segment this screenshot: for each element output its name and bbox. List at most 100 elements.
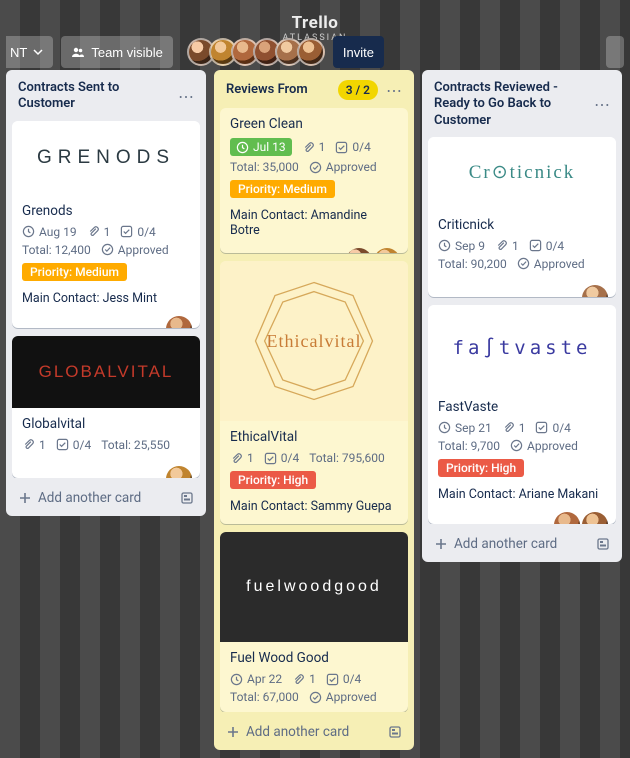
template-icon[interactable]: [180, 491, 194, 505]
attachments-count: 1: [502, 421, 526, 435]
clock-icon: [236, 141, 249, 154]
checklist-icon: [335, 141, 348, 154]
contact-field: Main Contact: Jess Mint: [22, 291, 190, 306]
due-date: Apr 22: [230, 672, 282, 686]
priority-label: Priority: Medium: [230, 180, 335, 198]
approved-icon: [309, 691, 322, 704]
checklist-icon: [120, 225, 133, 238]
card-title: Green Clean: [230, 116, 398, 132]
truncated-button[interactable]: NT: [6, 36, 53, 68]
card[interactable]: fa∫tvasteFastVasteSep 2110/4Total: 9,700…: [428, 305, 616, 524]
total-field: Total: 90,200: [438, 257, 507, 271]
checklist-count: 0/4: [264, 451, 299, 465]
board-canvas[interactable]: Contracts Sent to Customer⋯GRENODSGrenod…: [0, 70, 630, 758]
total-field: Total: 9,700: [438, 439, 500, 453]
avatar[interactable]: [297, 38, 325, 66]
approved-icon: [101, 243, 114, 256]
approved-icon: [517, 257, 530, 270]
card[interactable]: Green CleanJul 1310/4Total: 35,000Approv…: [220, 108, 408, 253]
approved-field: Approved: [309, 160, 377, 174]
avatar[interactable]: [166, 316, 192, 328]
list-title[interactable]: Contracts Reviewed - Ready to Go Back to…: [434, 80, 594, 129]
attachment-icon: [22, 438, 35, 451]
clock-icon: [230, 673, 243, 686]
attachment-icon: [502, 421, 515, 434]
card-cover: Ethicalvital: [220, 261, 408, 421]
card-container: Green CleanJul 1310/4Total: 35,000Approv…: [220, 108, 408, 712]
chevron-down-icon: [33, 47, 43, 57]
priority-label: Priority: High: [438, 459, 524, 477]
add-card-button[interactable]: Add another card: [226, 724, 349, 740]
list-header: Reviews From3 / 2⋯: [220, 76, 408, 108]
contact-field: Main Contact: Ariane Makani: [438, 487, 606, 502]
visibility-button[interactable]: Team visible: [61, 36, 173, 68]
approved-field: Approved: [309, 690, 377, 704]
priority-label: Priority: Medium: [22, 263, 127, 281]
card[interactable]: fuelwoodgood Fuel Wood Good Apr 22 1 0/4 Tota…: [220, 532, 408, 712]
checklist-count: 0/4: [529, 239, 564, 253]
total-field: Total: 67,000: [230, 690, 299, 704]
add-card-button[interactable]: Add another card: [434, 536, 557, 552]
card[interactable]: GRENODSGrenodsAug 1910/4Total: 12,400App…: [12, 121, 200, 328]
card-title: FastVaste: [438, 399, 606, 415]
list: Contracts Reviewed - Ready to Go Back to…: [422, 70, 622, 562]
priority-label: Priority: High: [230, 471, 316, 489]
board-members[interactable]: [193, 38, 325, 66]
card-title: Criticnick: [438, 217, 606, 233]
card-title: EthicalVital: [230, 429, 398, 445]
avatar[interactable]: [554, 512, 580, 524]
avatar[interactable]: [346, 248, 372, 253]
card-title: Globalvital: [22, 416, 190, 432]
plus-icon: [434, 537, 448, 551]
approved-field: Approved: [517, 257, 585, 271]
invite-button[interactable]: Invite: [333, 36, 384, 68]
avatar[interactable]: [582, 512, 608, 524]
board-topbar: NT Team visible Invite: [0, 34, 630, 70]
card-members: [346, 248, 400, 253]
card-cover: fuelwoodgood: [220, 532, 408, 642]
list-title[interactable]: Contracts Sent to Customer: [18, 80, 178, 113]
card[interactable]: GLOBALVITALGlobalvital10/4Total: 25,550: [12, 336, 200, 478]
total-field: Total: 12,400: [22, 243, 91, 257]
attachments-count: 1: [292, 672, 316, 686]
card-container: Cr⊙ticnickCriticnickSep 910/4Total: 90,2…: [428, 137, 616, 524]
card-members: [582, 285, 608, 297]
people-icon: [71, 45, 85, 59]
template-icon[interactable]: [388, 725, 402, 739]
checklist-icon: [264, 452, 277, 465]
checklist-icon: [56, 438, 69, 451]
attachment-icon: [292, 673, 305, 686]
card-cover: GRENODS: [12, 121, 200, 195]
attachment-icon: [87, 225, 100, 238]
list-menu-icon[interactable]: ⋯: [594, 95, 610, 114]
brand-text: Trello: [292, 13, 339, 33]
card-title: Fuel Wood Good: [230, 650, 398, 666]
approved-icon: [510, 439, 523, 452]
avatar[interactable]: [374, 248, 400, 253]
list-menu-icon[interactable]: ⋯: [178, 87, 194, 106]
template-icon[interactable]: [596, 537, 610, 551]
attachments-count: 1: [22, 438, 46, 452]
card-members: [166, 466, 192, 478]
plus-icon: [226, 725, 240, 739]
card-cover: fa∫tvaste: [428, 305, 616, 391]
checklist-count: 0/4: [56, 438, 91, 452]
avatar[interactable]: [166, 466, 192, 478]
attachment-icon: [495, 239, 508, 252]
card[interactable]: EthicalvitalEthicalVital10/4Total: 795,6…: [220, 261, 408, 524]
card-cover: GLOBALVITAL: [12, 336, 200, 408]
add-card-button[interactable]: Add another card: [18, 490, 141, 506]
attachment-icon: [302, 141, 315, 154]
attachments-count: 1: [87, 225, 111, 239]
due-date-badge: Jul 13: [230, 138, 292, 156]
checklist-icon: [326, 673, 339, 686]
checklist-icon: [535, 421, 548, 434]
list-title[interactable]: Reviews From: [226, 82, 308, 98]
card-container: GRENODSGrenodsAug 1910/4Total: 12,400App…: [12, 121, 200, 478]
card[interactable]: Cr⊙ticnickCriticnickSep 910/4Total: 90,2…: [428, 137, 616, 297]
avatar[interactable]: [582, 285, 608, 297]
list-menu-icon[interactable]: ⋯: [386, 81, 402, 100]
overflow-button[interactable]: [606, 36, 624, 68]
checklist-count: 0/4: [326, 672, 361, 686]
clock-icon: [22, 225, 35, 238]
